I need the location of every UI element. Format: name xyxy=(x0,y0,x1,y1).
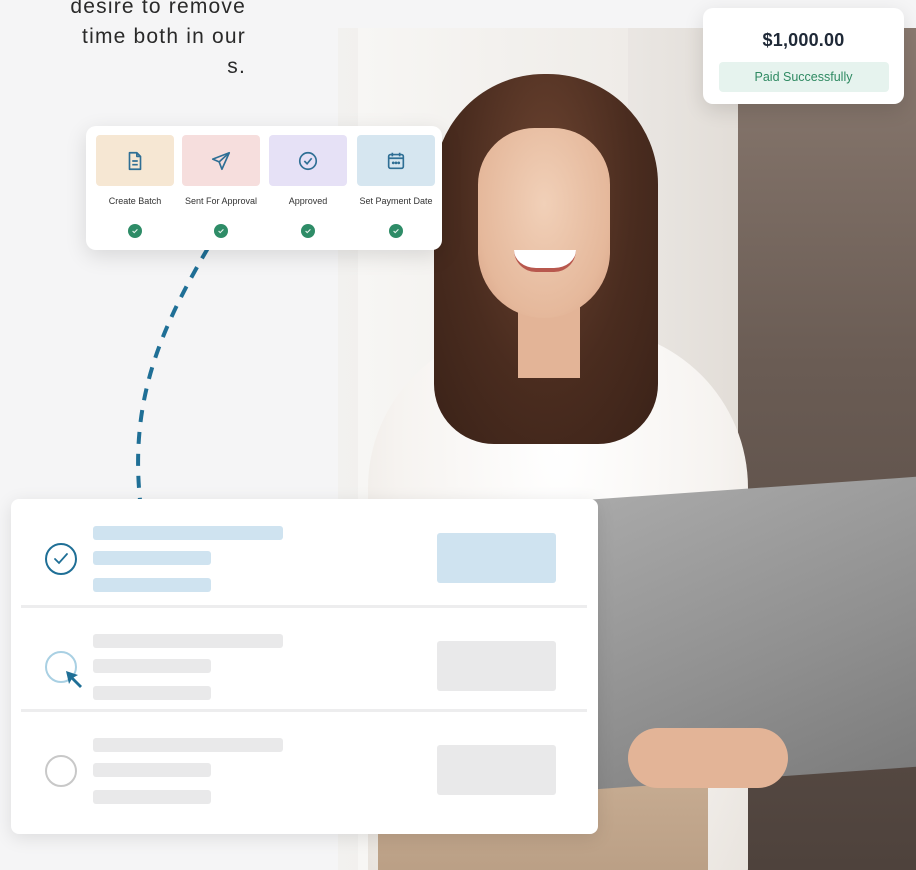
step-complete-dot xyxy=(389,224,403,238)
intro-line-3: s. xyxy=(227,55,246,78)
payment-amount: $1,000.00 xyxy=(762,30,845,50)
action-placeholder[interactable] xyxy=(437,641,556,691)
workflow-steps-card: Create Batch Sent For Approval Approved xyxy=(86,126,442,250)
step-label: Sent For Approval xyxy=(184,196,258,206)
radio-checked[interactable] xyxy=(45,543,77,575)
step-complete-dot xyxy=(301,224,315,238)
step-label: Approved xyxy=(288,196,328,206)
text-placeholder xyxy=(93,686,211,700)
photo-face xyxy=(478,128,610,318)
text-placeholder xyxy=(93,790,211,804)
text-placeholder xyxy=(93,659,211,673)
check-icon xyxy=(305,229,311,234)
text-placeholder xyxy=(93,738,283,752)
step-tile xyxy=(96,135,174,186)
text-placeholder xyxy=(93,578,211,592)
action-placeholder[interactable] xyxy=(437,745,556,795)
check-icon xyxy=(132,229,138,234)
radio-unchecked[interactable] xyxy=(45,755,77,787)
text-placeholder xyxy=(93,551,211,565)
intro-line-2: time both in our xyxy=(82,25,246,48)
payment-status-badge: Paid Successfully xyxy=(718,62,889,92)
photo-hand xyxy=(628,728,788,788)
payment-card: $1,000.00 Paid Successfully xyxy=(703,8,904,104)
step-sent-for-approval[interactable]: Sent For Approval xyxy=(182,135,260,238)
intro-paragraph: desire to remove time both in our s. xyxy=(0,0,246,82)
step-tile xyxy=(182,135,260,186)
list-item[interactable] xyxy=(21,711,588,815)
text-placeholder xyxy=(93,526,283,540)
step-set-payment-date[interactable]: Set Payment Date xyxy=(357,135,435,238)
step-tile xyxy=(357,135,435,186)
selection-list-card xyxy=(11,499,598,834)
list-item[interactable] xyxy=(21,607,588,711)
list-item-selected[interactable] xyxy=(21,499,588,603)
check-icon xyxy=(393,229,399,234)
checkmark-icon xyxy=(54,553,68,565)
step-complete-dot xyxy=(214,224,228,238)
step-approved[interactable]: Approved xyxy=(269,135,347,238)
check-circle-icon xyxy=(298,151,318,170)
step-complete-dot xyxy=(128,224,142,238)
text-placeholder xyxy=(93,634,283,648)
step-tile xyxy=(269,135,347,186)
text-placeholder xyxy=(93,763,211,777)
check-icon xyxy=(218,229,224,234)
cursor-arrow-icon xyxy=(66,671,82,688)
intro-line-1: desire to remove xyxy=(70,0,246,18)
step-label: Set Payment Date xyxy=(359,196,433,206)
action-placeholder[interactable] xyxy=(437,533,556,583)
send-icon xyxy=(211,151,231,170)
document-icon xyxy=(128,151,142,170)
step-create-batch[interactable]: Create Batch xyxy=(96,135,174,238)
step-label: Create Batch xyxy=(108,196,162,206)
calendar-icon xyxy=(387,152,405,169)
